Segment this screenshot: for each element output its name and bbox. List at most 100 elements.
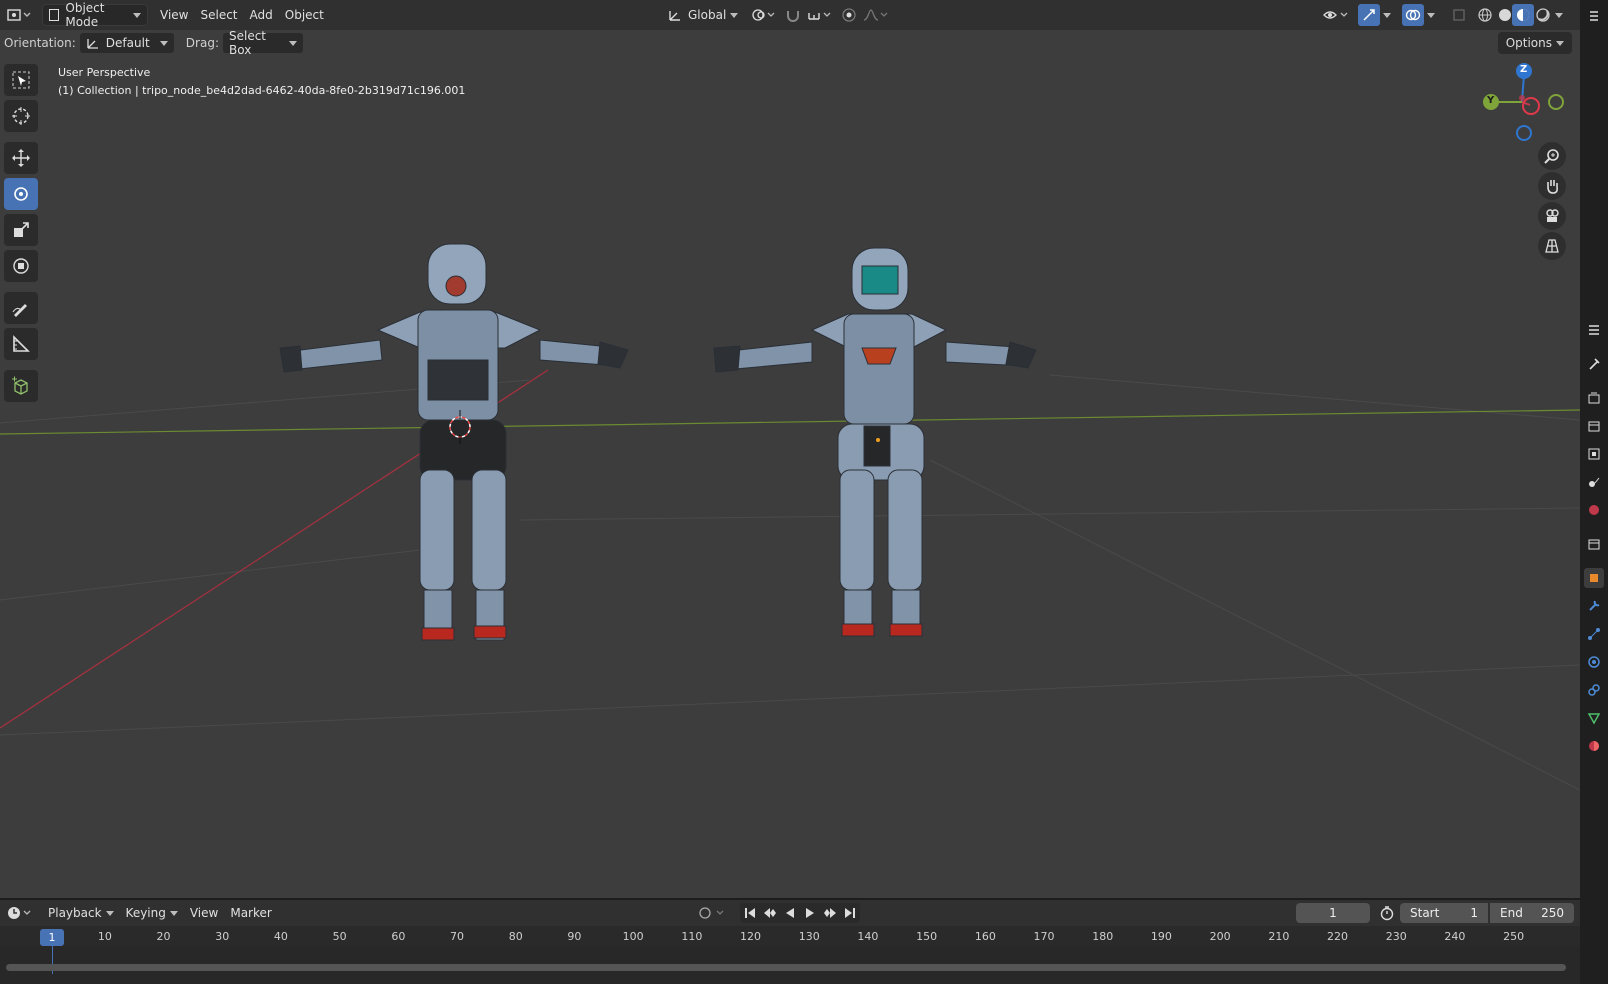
- constraints-properties-icon[interactable]: [1584, 680, 1604, 700]
- view-layer-properties-icon[interactable]: [1584, 444, 1604, 464]
- snap-toggle-button[interactable]: [782, 4, 804, 26]
- data-properties-icon[interactable]: [1584, 708, 1604, 728]
- falloff-button[interactable]: [860, 4, 890, 26]
- menu-playback[interactable]: Playback: [42, 902, 120, 924]
- timeline-body[interactable]: [0, 946, 1580, 984]
- particles-properties-icon[interactable]: [1584, 624, 1604, 644]
- tool-measure[interactable]: [4, 328, 38, 360]
- viewport-scene[interactable]: [0, 30, 1580, 898]
- timeline-ruler[interactable]: 1 10 20 30 40 50 60 70 80 90 100 110 120 130 140 150 16…: [0, 926, 1580, 946]
- view-name-label: User Perspective: [58, 66, 151, 79]
- object-properties-icon[interactable]: [1584, 568, 1604, 588]
- character-front-view[interactable]: [713, 247, 1037, 637]
- ruler-tick-label: 30: [215, 930, 230, 943]
- timeline-menu-view[interactable]: View: [184, 902, 224, 924]
- jump-to-end-button[interactable]: [840, 903, 860, 923]
- tool-rotate[interactable]: [4, 178, 38, 210]
- ruler-tick-label: 190: [1150, 930, 1172, 943]
- jump-to-start-button[interactable]: [740, 903, 760, 923]
- timeline-editor-type-button[interactable]: [4, 902, 34, 924]
- gizmo-z-label: Z: [1520, 64, 1528, 75]
- visibility-dropdown-button[interactable]: [1320, 4, 1352, 26]
- collapse-panel-icon[interactable]: [1584, 6, 1604, 26]
- shading-dropdown-button[interactable]: [1552, 4, 1566, 26]
- pan-button[interactable]: [1538, 172, 1566, 200]
- shading-rendered-button[interactable]: [1532, 4, 1554, 26]
- ruler-tick-label: 170: [1033, 930, 1055, 943]
- current-frame-field[interactable]: 1: [1296, 903, 1370, 923]
- snap-element-button[interactable]: [804, 4, 834, 26]
- xray-toggle-button[interactable]: [1448, 4, 1470, 26]
- options-dropdown[interactable]: Options: [1497, 32, 1572, 54]
- physics-properties-icon[interactable]: [1584, 652, 1604, 672]
- timeline-scrollbar[interactable]: [6, 964, 1566, 971]
- jump-to-keyframe-prev-button[interactable]: [760, 903, 780, 923]
- scene-properties-icon[interactable]: [1584, 472, 1604, 492]
- tool-annotate[interactable]: [4, 292, 38, 324]
- camera-view-button[interactable]: [1538, 202, 1566, 230]
- transform-orientation-dropdown[interactable]: Global: [662, 4, 744, 26]
- orientation-axes-icon: [87, 39, 98, 49]
- transform-icon: [13, 258, 29, 274]
- character-back-view[interactable]: [279, 243, 629, 641]
- start-frame-field[interactable]: Start 1: [1400, 903, 1488, 923]
- orientation-dropdown[interactable]: Default: [79, 33, 174, 53]
- menu-add[interactable]: Add: [244, 4, 279, 26]
- 3d-viewport[interactable]: Z Y User Perspective (1) Collection | tr…: [0, 30, 1580, 898]
- tool-scale[interactable]: [4, 214, 38, 246]
- pivot-point-button[interactable]: [748, 4, 778, 26]
- tool-move[interactable]: [4, 142, 38, 174]
- world-properties-icon[interactable]: [1584, 500, 1604, 520]
- orientation-value: Default: [105, 36, 150, 50]
- tool-add-cube[interactable]: [4, 370, 38, 402]
- gizmo-dropdown-button[interactable]: [1380, 4, 1394, 26]
- tool-select-box[interactable]: [4, 64, 38, 96]
- y-axis-line: [0, 409, 1580, 435]
- stopwatch-icon: [1380, 906, 1394, 921]
- preview-range-button[interactable]: [1376, 902, 1398, 924]
- tool-transform[interactable]: [4, 250, 38, 282]
- editor-type-button[interactable]: [4, 4, 34, 26]
- menu-object[interactable]: Object: [279, 4, 330, 26]
- mode-label: Object Mode: [65, 1, 105, 29]
- collection-properties-icon[interactable]: [1584, 534, 1604, 554]
- annotate-pencil-icon: [12, 304, 27, 317]
- drag-dropdown[interactable]: Select Box: [222, 29, 303, 57]
- end-value: 250: [1541, 906, 1564, 920]
- end-frame-field[interactable]: End 250: [1490, 903, 1574, 923]
- play-reverse-button[interactable]: [780, 903, 800, 923]
- overlays-dropdown-button[interactable]: [1424, 4, 1438, 26]
- proportional-editing-button[interactable]: [838, 4, 860, 26]
- shading-material-button[interactable]: [1512, 4, 1534, 26]
- tool-properties-icon[interactable]: [1584, 354, 1604, 374]
- overlays-toggle-button[interactable]: [1402, 4, 1424, 26]
- jump-to-keyframe-next-button[interactable]: [820, 903, 840, 923]
- chevron-down-icon: [1555, 12, 1563, 18]
- ruler-tick-label: 40: [273, 930, 288, 943]
- current-frame-indicator[interactable]: 1: [40, 929, 64, 946]
- menu-marker[interactable]: Marker: [224, 902, 277, 924]
- auto-keying-button[interactable]: [694, 902, 730, 924]
- ruler-tick-label: 200: [1209, 930, 1231, 943]
- play-button[interactable]: [800, 903, 820, 923]
- properties-menu-icon[interactable]: [1584, 320, 1604, 340]
- material-properties-icon[interactable]: [1584, 736, 1604, 756]
- menu-select[interactable]: Select: [194, 4, 243, 26]
- orientation-label: Orientation:: [4, 36, 76, 50]
- menu-view[interactable]: View: [154, 4, 194, 26]
- tool-cursor[interactable]: [4, 100, 38, 132]
- shading-wireframe-button[interactable]: [1474, 4, 1496, 26]
- render-properties-icon[interactable]: [1584, 388, 1604, 408]
- menu-keying[interactable]: Keying: [120, 902, 184, 924]
- start-label: Start: [1410, 906, 1440, 920]
- projection-toggle-button[interactable]: [1538, 232, 1566, 260]
- proportional-edit-icon: [842, 8, 856, 22]
- gizmo-toggle-button[interactable]: [1358, 4, 1380, 26]
- wireframe-sphere-icon: [1478, 8, 1492, 22]
- mode-dropdown[interactable]: Object Mode: [42, 1, 148, 29]
- zoom-button[interactable]: [1538, 142, 1566, 170]
- perspective-grid-icon: [1545, 239, 1559, 253]
- modifier-properties-icon[interactable]: [1584, 596, 1604, 616]
- measure-ruler-icon: [13, 335, 30, 352]
- output-properties-icon[interactable]: [1584, 416, 1604, 436]
